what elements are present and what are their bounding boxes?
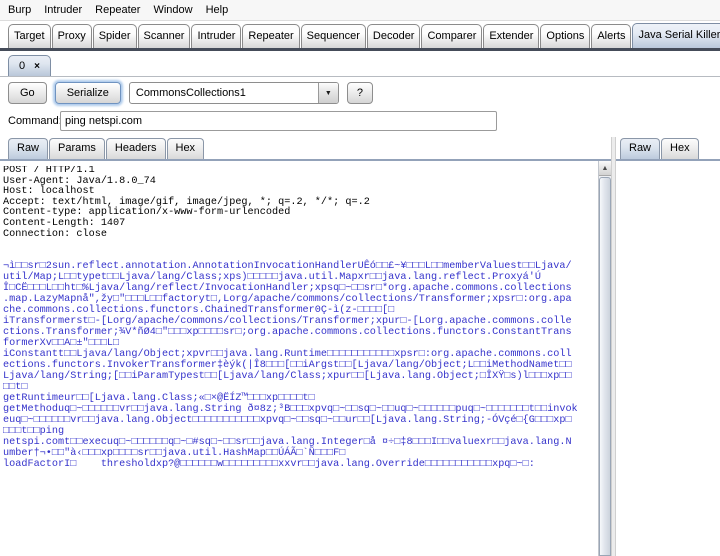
menu-item-burp[interactable]: Burp [8,4,31,16]
scroll-up-icon[interactable]: ▲ [599,161,611,176]
response-view-tabs: RawHex [616,137,720,159]
command-input[interactable] [60,111,497,131]
response-panel: RawHex [616,137,720,556]
tab-java-serial-killer[interactable]: Java Serial Killer [632,23,720,48]
request-body-line: euq□~□□□□□□vr□□java.lang.Object□□□□□□□□□… [3,415,597,426]
tab-repeater[interactable]: Repeater [242,24,299,48]
response-editor[interactable] [616,159,720,556]
menu-item-intruder[interactable]: Intruder [44,4,82,16]
request-view-tab-hex[interactable]: Hex [167,138,205,159]
request-body-line: iConstantt□□Ljava/lang/Object;xpvr□□java… [3,349,597,360]
request-header-line: Content-Length: 1407 [3,219,597,230]
request-body-line: ections.functors.InvokerTransformer‡èýk(… [3,360,597,371]
scrollbar-thumb[interactable] [599,177,611,556]
request-editor[interactable]: POST / HTTP/1.1User-Agent: Java/1.8.0_74… [0,159,611,556]
request-body-line: getRuntimeur□□[Ljava.lang.Class;«□×@ËÍZ™… [3,393,597,404]
tab-sequencer[interactable]: Sequencer [301,24,366,48]
main-tab-bar: TargetProxySpiderScannerIntruderRepeater… [0,21,720,51]
request-body-line: formerXv□□A□±"□□□L□ [3,338,597,349]
close-icon[interactable]: × [34,61,40,72]
menu-item-repeater[interactable]: Repeater [95,4,140,16]
toolbar: Go Serialize CommonsCollections1 ▼ ? [8,81,720,105]
tab-extender[interactable]: Extender [483,24,539,48]
request-view-tab-params[interactable]: Params [49,138,105,159]
menu-item-help[interactable]: Help [206,4,229,16]
tab-comparer[interactable]: Comparer [421,24,482,48]
request-tab-label: 0 [19,60,25,72]
tab-decoder[interactable]: Decoder [367,24,421,48]
request-body-line: Ljava/lang/String;[□□iParamTypest□□[Ljav… [3,371,597,382]
tab-proxy[interactable]: Proxy [52,24,92,48]
request-header-line: POST / HTTP/1.1 [3,166,597,177]
request-body-line: □□□t□□ping [3,426,597,437]
request-body-line: che.commons.collections.functors.Chained… [3,305,597,316]
payload-select[interactable]: CommonsCollections1 ▼ [129,82,339,104]
menubar: Burp Intruder Repeater Window Help [0,0,720,21]
tab-intruder[interactable]: Intruder [191,24,241,48]
request-body-line: .map.LazyMapnå",žy□"□□□L□□factoryt□,Lorg… [3,294,597,305]
tab-scanner[interactable]: Scanner [138,24,191,48]
request-body-line: ¬ì□□sr□2sun.reflect.annotation.Annotatio… [3,261,597,272]
tab-target[interactable]: Target [8,24,51,48]
go-button[interactable]: Go [8,82,47,104]
main-tabs: TargetProxySpiderScannerIntruderRepeater… [0,21,720,48]
message-panels: RawParamsHeadersHex POST / HTTP/1.1User-… [0,137,720,556]
request-body-line: □□t□ [3,382,597,393]
serialize-button[interactable]: Serialize [55,82,121,104]
menu-item-window[interactable]: Window [153,4,192,16]
request-body-line: umber†¬•□□"à‹□□□xp□□□□sr□□java.util.Hash… [3,448,597,459]
help-button[interactable]: ? [347,82,373,104]
tab-alerts[interactable]: Alerts [591,24,631,48]
request-body-line: util/Map;L□□typet□□Ljava/lang/Class;xps)… [3,272,597,283]
burp-window: BurpIntruderRepeaterWindowHelp TargetPro… [0,0,720,556]
request-body-line: iTransformerst□-[Lorg/apache/commons/col… [3,316,597,327]
request-body-line: netspi.comt□□execuq□~□□□□□□q□~□#sq□~□□sr… [3,437,597,448]
request-panel: RawParamsHeadersHex POST / HTTP/1.1User-… [0,137,611,556]
request-tab-bar: 0 × [0,55,720,77]
request-view-tabs: RawParamsHeadersHex [0,137,611,159]
request-body-line: ctions.Transformer;¾V*ñØ4□"□□□xp□□□□sr□;… [3,327,597,338]
request-header-line: Connection: close [3,230,597,241]
response-view-tab-raw[interactable]: Raw [620,138,660,159]
tab-options[interactable]: Options [540,24,590,48]
request-tab-0[interactable]: 0 × [8,55,51,76]
chevron-down-icon[interactable]: ▼ [318,83,338,103]
request-body-line: getMethoduq□~□□□□□□vr□□java.lang.String … [3,404,597,415]
request-view-tab-headers[interactable]: Headers [106,138,166,159]
request-text: POST / HTTP/1.1User-Agent: Java/1.8.0_74… [3,166,597,556]
response-view-tab-hex[interactable]: Hex [661,138,699,159]
command-label: Command: [8,115,60,127]
tab-spider[interactable]: Spider [93,24,137,48]
command-row: Command: [8,110,497,132]
request-view-tab-raw[interactable]: Raw [8,138,48,159]
request-serialized-body: ¬ì□□sr□2sun.reflect.annotation.Annotatio… [3,261,597,470]
request-headers: POST / HTTP/1.1User-Agent: Java/1.8.0_74… [3,166,597,240]
request-scrollbar[interactable]: ▲ [598,161,611,556]
payload-selected-value: CommonsCollections1 [130,87,318,99]
request-body-line: Î□CË□□□L□□ht□%Ljava/lang/reflect/Invocat… [3,283,597,294]
request-body-line: loadFactorI□ thresholdxp?@□□□□□□w□□□□□□□… [3,459,597,470]
